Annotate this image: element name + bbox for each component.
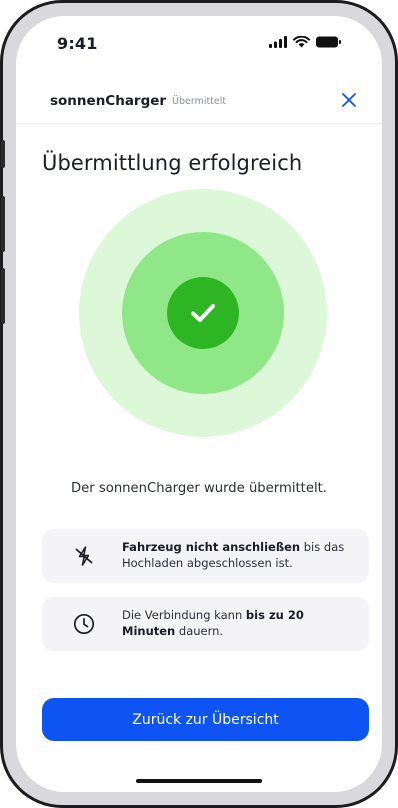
checkmark-icon (191, 304, 215, 322)
close-icon (342, 93, 356, 107)
info-card-bold-text: Fahrzeug nicht anschließen (122, 540, 301, 554)
page-title: Übermittlung erfolgreich (42, 151, 303, 175)
wifi-icon (293, 36, 310, 48)
screen: 9:41 sonnenCharger Übermittelt Übermittl… (16, 16, 382, 792)
app-header: sonnenCharger Übermittelt (16, 74, 382, 124)
info-card-unplug: Fahrzeug nicht anschließen bis das Hochl… (42, 529, 369, 583)
volume-up-button (1, 196, 5, 252)
back-to-overview-button[interactable]: Zurück zur Übersicht (42, 698, 369, 741)
status-icons (269, 36, 342, 48)
info-card-text: Die Verbindung kann bis zu 20 Minuten da… (122, 607, 357, 639)
success-message: Der sonnenCharger wurde übermittelt. (71, 481, 327, 496)
mute-switch (1, 140, 5, 168)
battery-icon (316, 36, 341, 48)
clock-icon (72, 612, 96, 636)
info-card-regular-text-end: dauern. (175, 624, 224, 638)
info-card-text: Fahrzeug nicht anschließen bis das Hochl… (122, 539, 357, 571)
status-time: 9:41 (57, 34, 98, 53)
success-badge (167, 277, 239, 349)
unplug-icon (72, 544, 96, 568)
info-card-duration: Die Verbindung kann bis zu 20 Minuten da… (42, 597, 369, 651)
signal-icon (269, 36, 287, 48)
phone-frame: 9:41 sonnenCharger Übermittelt Übermittl… (0, 0, 398, 808)
app-name: sonnenCharger (50, 93, 167, 109)
info-card-regular-text: Die Verbindung kann (122, 608, 246, 622)
app-status-label: Übermittelt (172, 96, 227, 107)
volume-down-button (1, 268, 5, 324)
close-button[interactable] (338, 89, 360, 111)
home-indicator (136, 779, 262, 783)
